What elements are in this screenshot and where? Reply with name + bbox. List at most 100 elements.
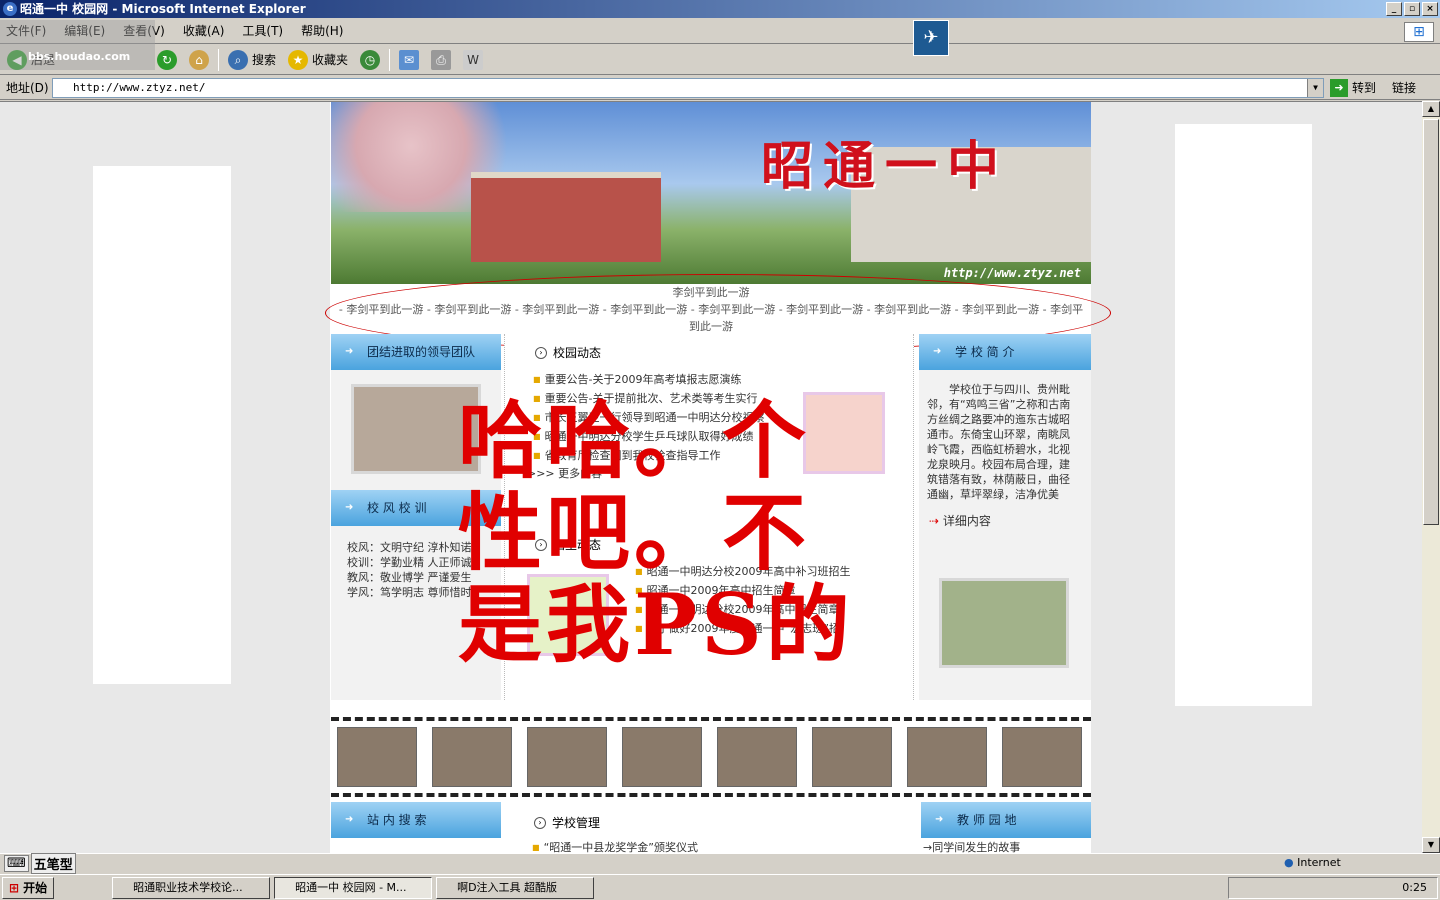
- management-news-list: “昭通一中县龙奖学金”颁奖仪式: [532, 838, 782, 853]
- vertical-scrollbar[interactable]: ▲ ▼: [1422, 101, 1440, 853]
- mail-button[interactable]: ✉: [396, 48, 422, 72]
- leaders-title: 团结进取的领导团队: [367, 345, 476, 359]
- scroll-up-button[interactable]: ▲: [1422, 101, 1440, 117]
- detail-link[interactable]: ⇢ 详细内容: [929, 514, 991, 529]
- leaders-header: ➜ 团结进取的领导团队: [331, 334, 501, 370]
- edit-button[interactable]: W: [460, 48, 486, 72]
- window-controls: _ ▫ ×: [1386, 2, 1438, 16]
- scroll-down-button[interactable]: ▼: [1422, 837, 1440, 853]
- windows-flag-icon: ⊞: [9, 880, 20, 895]
- banner-title: 昭通一中: [761, 136, 1010, 197]
- favorites-label: 收藏夹: [312, 53, 349, 67]
- search-header: ➜ 站 内 搜 索: [331, 802, 501, 838]
- address-url: http://www.ztyz.net/: [73, 80, 206, 94]
- news-item[interactable]: “昭通一中县龙奖学金”颁奖仪式: [532, 838, 782, 853]
- photo-filmstrip: [331, 717, 1091, 797]
- search-label: 搜索: [252, 53, 277, 67]
- windows-logo-icon: ⊞: [1404, 22, 1434, 42]
- toolbar: ◀ 后退 ↻ ⌂ ⌕ 搜索 ★ 收藏夹 ◷ ✉ ⎙ W: [0, 45, 1440, 75]
- globe-icon: ●: [1284, 856, 1294, 869]
- banner-url: http://www.ztyz.net: [943, 266, 1081, 280]
- minimize-button[interactable]: _: [1386, 2, 1402, 16]
- menu-tools[interactable]: 工具(T): [242, 22, 283, 39]
- history-icon: ◷: [360, 49, 381, 70]
- close-button[interactable]: ×: [1422, 2, 1438, 16]
- task-button[interactable]: 啊D注入工具 超酷版: [436, 876, 595, 899]
- home-icon: ⌂: [189, 49, 210, 70]
- management-header: › 学校管理: [534, 814, 600, 831]
- circle-arrow-icon: ›: [534, 816, 546, 829]
- film-photo[interactable]: [717, 727, 797, 787]
- search-button[interactable]: ⌕ 搜索: [225, 48, 279, 72]
- history-button[interactable]: ◷: [357, 48, 383, 72]
- teacher-news[interactable]: →同学间发生的故事: [923, 840, 1020, 853]
- arrow-icon: ➜: [345, 814, 354, 825]
- detail-label: 详细内容: [942, 514, 991, 528]
- film-photo[interactable]: [812, 727, 892, 787]
- right-column: ➜ 学 校 简 介 学校位于与四川、贵州毗邻，有“鸡鸣三省”之称和古南方丝绸之路…: [919, 334, 1091, 700]
- address-bar: 地址(D) http://www.ztyz.net/ ▼ ➜ 转到 链接: [0, 76, 1440, 100]
- film-photo[interactable]: [907, 727, 987, 787]
- ie-icon: e: [3, 2, 17, 16]
- task-button[interactable]: 昭通职业技术学校论...: [112, 876, 271, 899]
- intro-title: 学 校 简 介: [955, 345, 1015, 359]
- news-item[interactable]: 重要公告-关于2009年高考填报志愿演练: [533, 370, 783, 389]
- toolbar-separator: [218, 48, 220, 71]
- handwritten-overlay-text: 哈哈。个性吧。不是我PS的: [458, 391, 854, 674]
- go-label: 转到: [1352, 81, 1377, 95]
- site-banner: 昭通一中 http://www.ztyz.net: [331, 102, 1091, 284]
- film-photo[interactable]: [432, 727, 512, 787]
- teachers-title: 教 师 园 地: [957, 813, 1017, 827]
- security-zone: ● Internet: [1284, 856, 1341, 869]
- app-logo-icon: ✈: [913, 20, 949, 56]
- menu-favorites[interactable]: 收藏(A): [183, 22, 225, 39]
- campus-photo[interactable]: [939, 578, 1069, 668]
- intro-text: 学校位于与四川、贵州毗邻，有“鸡鸣三省”之称和古南方丝绸之路要冲的迤东古城昭通市…: [927, 383, 1071, 501]
- system-tray: 0:25: [1228, 877, 1438, 899]
- status-bar: ⌨ 五笔型 ● Internet: [0, 853, 1440, 874]
- campus-news-header: › 校园动态: [535, 344, 601, 361]
- forum-watermark: bbs.houdao.com: [0, 20, 155, 70]
- refresh-button[interactable]: ↻: [154, 48, 180, 72]
- maximize-button[interactable]: ▫: [1404, 2, 1420, 16]
- clock[interactable]: 0:25: [1402, 881, 1427, 894]
- arrow-icon: ➜: [345, 502, 354, 513]
- favorites-button[interactable]: ★ 收藏夹: [285, 48, 351, 72]
- management-title: 学校管理: [552, 816, 601, 830]
- window-titlebar: e 昭通一中 校园网 - Microsoft Internet Explorer…: [0, 0, 1440, 18]
- menu-help[interactable]: 帮助(H): [301, 22, 343, 39]
- task-button[interactable]: 昭通一中 校园网 - M...: [274, 876, 433, 899]
- banner-building: [471, 172, 661, 262]
- arrow-icon: ➜: [935, 814, 944, 825]
- word-icon: W: [463, 49, 484, 70]
- teachers-header: ➜ 教 师 园 地: [921, 802, 1091, 838]
- links-button[interactable]: 链接: [1392, 79, 1416, 96]
- scroll-thumb[interactable]: [1423, 119, 1439, 525]
- ime-toolbar[interactable]: ⌨ 五笔型: [0, 853, 76, 874]
- menu-bar: 文件(F) 编辑(E) 查看(V) 收藏(A) 工具(T) 帮助(H): [0, 18, 1440, 44]
- arrow-icon: ➜: [345, 346, 354, 357]
- zone-label: Internet: [1297, 856, 1341, 869]
- intro-header: ➜ 学 校 简 介: [919, 334, 1091, 370]
- film-photo[interactable]: [337, 727, 417, 787]
- taskbar: ⊞ 开始 昭通职业技术学校论... 昭通一中 校园网 - M... 啊D注入工具…: [0, 874, 1440, 900]
- film-photo[interactable]: [1002, 727, 1082, 787]
- print-button[interactable]: ⎙: [428, 48, 454, 72]
- motto-title: 校 风 校 训: [367, 501, 427, 515]
- printer-icon: ⎙: [431, 49, 452, 70]
- go-arrow-icon: ➜: [1330, 78, 1348, 97]
- film-photo[interactable]: [622, 727, 702, 787]
- left-ad-frame: [93, 166, 231, 684]
- circle-arrow-icon: ›: [535, 346, 547, 359]
- film-photo[interactable]: [527, 727, 607, 787]
- toolbar-separator: [389, 48, 391, 71]
- home-button[interactable]: ⌂: [186, 48, 212, 72]
- address-dropdown[interactable]: ▼: [1307, 78, 1323, 97]
- ime-icon: ⌨: [4, 855, 29, 872]
- arrow-icon: ⇢: [929, 514, 943, 528]
- star-icon: ★: [288, 49, 309, 70]
- site-search-title: 站 内 搜 索: [367, 813, 427, 827]
- go-button[interactable]: ➜ 转到: [1330, 78, 1377, 97]
- start-button[interactable]: ⊞ 开始: [2, 876, 55, 899]
- address-input[interactable]: http://www.ztyz.net/ ▼: [52, 77, 1324, 98]
